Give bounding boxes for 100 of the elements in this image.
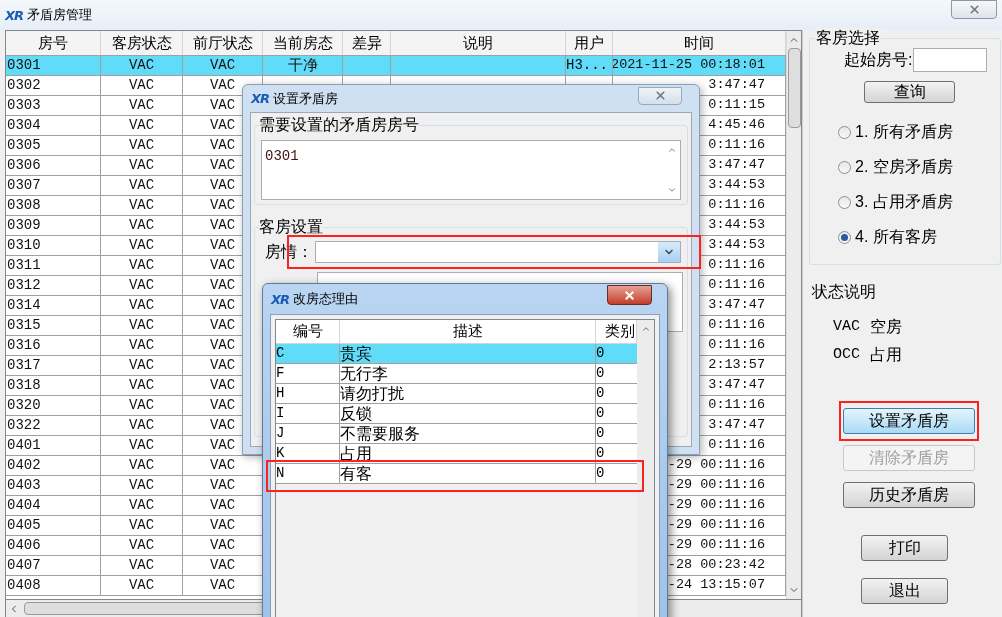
table-cell: VAC xyxy=(209,496,236,515)
table-cell: VAC xyxy=(128,96,155,115)
table-cell: 0:11:16 xyxy=(708,256,765,275)
table-cell: 3:47:47 xyxy=(708,156,765,175)
table-cell: VAC xyxy=(128,336,155,355)
table-cell-text: 不需要服务 xyxy=(340,423,420,444)
table-cell: VAC xyxy=(128,416,155,435)
table-cell: VAC xyxy=(209,556,236,575)
table-cell: VAC xyxy=(128,256,155,275)
table-cell: VAC xyxy=(128,136,155,155)
table-cell-text: 无行李 xyxy=(340,363,388,384)
table-cell: 0:11:16 xyxy=(708,196,765,215)
table-cell: 0407 xyxy=(7,556,41,575)
table-cell-text: H xyxy=(276,384,285,403)
table-cell: 0404 xyxy=(7,496,41,515)
table-cell: H3... xyxy=(566,56,608,75)
table-cell: VAC xyxy=(209,396,236,415)
table-cell: VAC xyxy=(128,76,155,95)
table-cell: 0312 xyxy=(7,276,41,295)
table-cell-text: F xyxy=(276,364,285,383)
table-cell: VAC xyxy=(128,156,155,175)
table-cell: 0:11:16 xyxy=(708,276,765,295)
table-cell: 0317 xyxy=(7,356,41,375)
table-cell: 2:13:57 xyxy=(708,356,765,375)
table-cell: 0305 xyxy=(7,136,41,155)
status-meaning: 占用 xyxy=(870,345,902,365)
status-code: VAC xyxy=(833,316,860,337)
table-cell: VAC xyxy=(209,176,236,195)
table-cell: VAC xyxy=(128,216,155,235)
table-cell: 0:11:16 xyxy=(708,136,765,155)
table-cell: VAC xyxy=(209,276,236,295)
table-cell: VAC xyxy=(128,276,155,295)
group-title: 需要设置的矛盾房房号 xyxy=(259,115,419,135)
table-cell: VAC xyxy=(128,536,155,555)
table-cell: 0310 xyxy=(7,236,41,255)
table-cell: 0304 xyxy=(7,116,41,135)
table-cell: 0406 xyxy=(7,536,41,555)
window-title: 矛盾房管理 xyxy=(27,6,93,25)
table-cell: VAC xyxy=(128,296,155,315)
table-cell: VAC xyxy=(128,516,155,535)
table-cell-text: N xyxy=(276,464,285,483)
table-cell: 0:11:15 xyxy=(708,96,765,115)
table-cell: VAC xyxy=(128,576,155,595)
group-title: 客房选择 xyxy=(815,28,881,48)
table-cell: VAC xyxy=(209,436,236,455)
table-cell: VAC xyxy=(209,296,236,315)
table-cell: 3:44:53 xyxy=(708,176,765,195)
logo: XR xyxy=(5,8,24,22)
table-cell-text: 0 xyxy=(596,444,605,463)
table-cell: -24 13:15:07 xyxy=(667,576,765,595)
table-cell: 3:47:47 xyxy=(708,76,765,95)
table-cell: VAC xyxy=(209,456,236,475)
table-cell: 3:47:47 xyxy=(708,376,765,395)
table-cell: VAC xyxy=(209,256,236,275)
table-cell: VAC xyxy=(128,196,155,215)
table-cell: 0405 xyxy=(7,516,41,535)
table-cell: 干净 xyxy=(287,56,318,75)
table-cell-text: 反锁 xyxy=(340,403,372,424)
table-cell: VAC xyxy=(209,236,236,255)
table-cell-text: 0 xyxy=(596,364,605,383)
table-cell: 0:11:16 xyxy=(708,396,765,415)
table-cell: VAC xyxy=(209,376,236,395)
table-cell: 3:47:47 xyxy=(708,296,765,315)
table-cell: VAC xyxy=(209,156,236,175)
table-cell: 0308 xyxy=(7,196,41,215)
table-cell: -29 00:11:16 xyxy=(667,456,765,475)
table-cell: VAC xyxy=(128,496,155,515)
table-cell: 0403 xyxy=(7,476,41,495)
table-cell-text: 0 xyxy=(596,344,605,363)
table-cell-text: 0 xyxy=(596,384,605,403)
table-cell: 0309 xyxy=(7,216,41,235)
table-cell: 0322 xyxy=(7,416,41,435)
table-cell: VAC xyxy=(209,476,236,495)
dialog-title: 改房态理由 xyxy=(293,290,359,309)
table-cell: VAC xyxy=(128,356,155,375)
table-cell: 0311 xyxy=(7,256,41,275)
table-cell: -29 00:11:16 xyxy=(667,476,765,495)
status-code: OCC xyxy=(833,344,860,365)
table-cell: 0314 xyxy=(7,296,41,315)
field-value: 0301 xyxy=(264,147,300,166)
table-cell-text: K xyxy=(276,444,285,463)
table-cell: VAC xyxy=(128,56,155,75)
table-cell: VAC xyxy=(209,516,236,535)
table-cell: 3:44:53 xyxy=(708,216,765,235)
table-cell: -29 00:11:16 xyxy=(667,536,765,555)
table-cell: 3:44:53 xyxy=(708,236,765,255)
table-cell-text: C xyxy=(276,344,285,363)
table-cell: 0:11:16 xyxy=(708,336,765,355)
table-cell: 0:11:16 xyxy=(708,436,765,455)
logo: XR xyxy=(271,292,290,306)
table-cell: 0:11:16 xyxy=(708,316,765,335)
table-cell: VAC xyxy=(209,136,236,155)
table-cell: 0318 xyxy=(7,376,41,395)
table-cell: VAC xyxy=(128,456,155,475)
table-cell: VAC xyxy=(209,356,236,375)
table-cell: VAC xyxy=(209,116,236,135)
table-cell-text: J xyxy=(276,424,285,443)
table-cell: -28 00:23:42 xyxy=(667,556,765,575)
table-cell: VAC xyxy=(209,576,236,595)
table-cell: 0306 xyxy=(7,156,41,175)
